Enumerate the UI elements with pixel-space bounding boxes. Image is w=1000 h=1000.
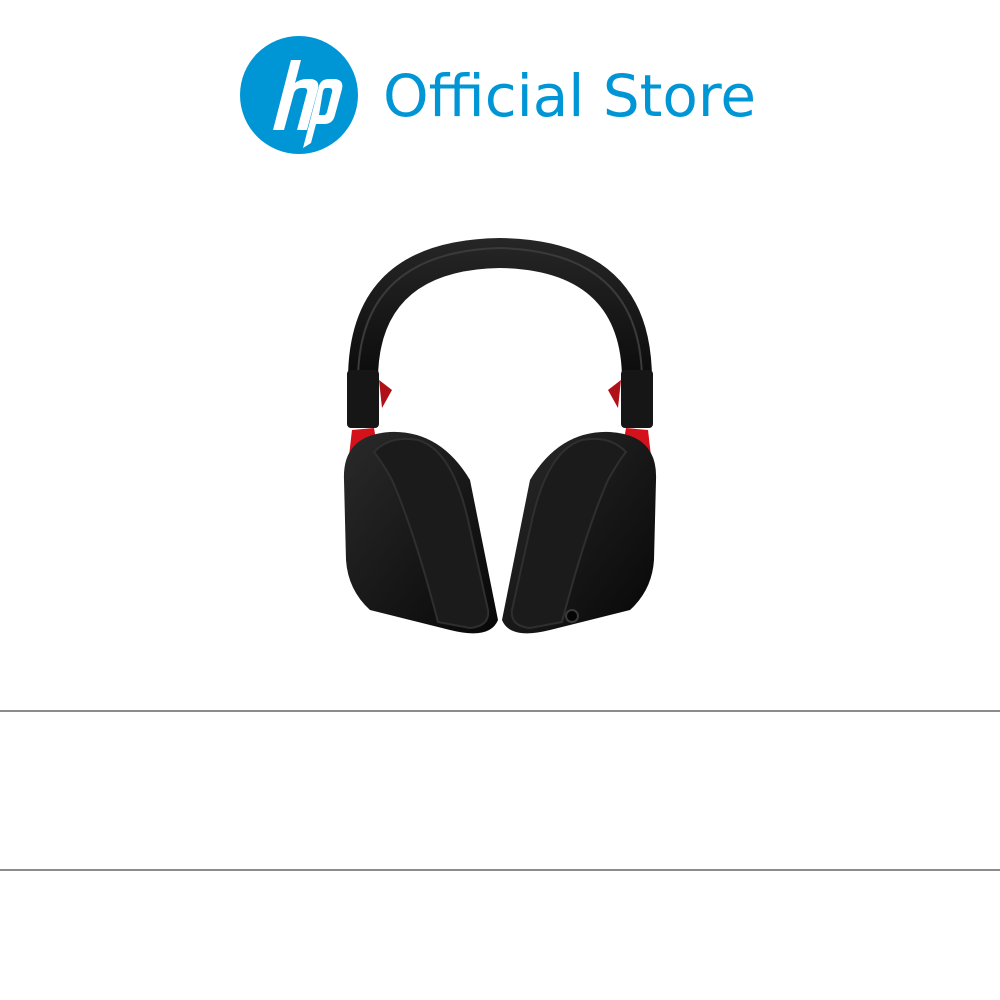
info-band [0, 712, 1000, 869]
store-header: Official Store [0, 0, 1000, 200]
hp-logo-icon [240, 36, 358, 154]
store-title: Official Store [383, 62, 757, 130]
headset-icon [343, 238, 657, 634]
section-divider-bottom [0, 869, 1000, 871]
